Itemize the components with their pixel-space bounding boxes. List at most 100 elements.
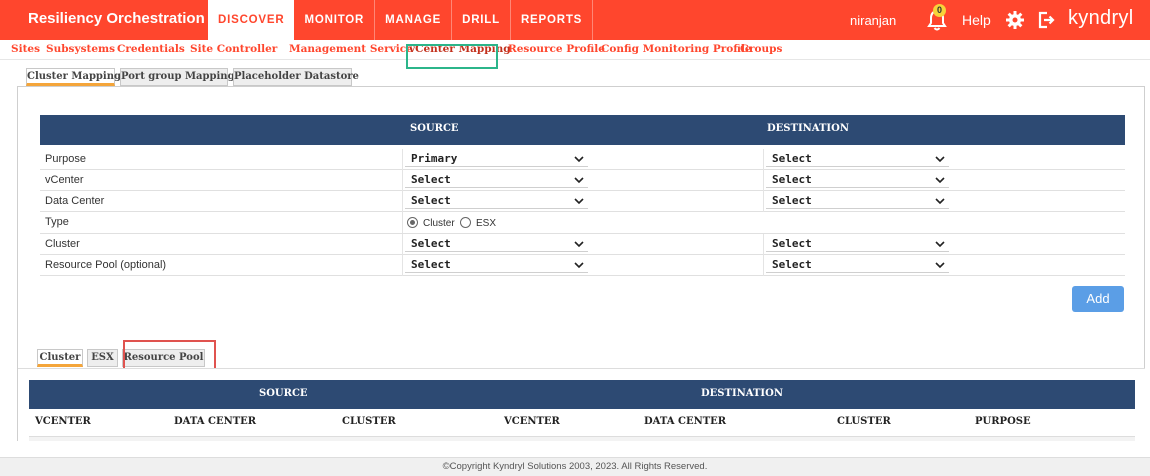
- footer-copyright: ©Copyright Kyndryl Solutions 2003, 2023.…: [0, 457, 1150, 476]
- row-cluster: Cluster Select Select: [40, 234, 1125, 255]
- col-purpose: PURPOSE: [975, 416, 1031, 427]
- select-value: Select: [411, 237, 451, 250]
- result-source-header: SOURCE: [259, 388, 308, 399]
- form-header: SOURCE DESTINATION: [40, 115, 1125, 145]
- select-value: Select: [411, 194, 451, 207]
- label-cluster: Cluster: [45, 238, 80, 250]
- nav-monitor[interactable]: MONITOR: [294, 0, 376, 40]
- nav-drill[interactable]: DRILL: [452, 0, 511, 40]
- chevron-down-icon: [935, 156, 945, 163]
- chevron-down-icon: [935, 241, 945, 248]
- chevron-down-icon: [935, 198, 945, 205]
- gear-icon[interactable]: [1005, 10, 1025, 30]
- select-value: Select: [772, 173, 812, 186]
- subnav-site-controller[interactable]: Site Controller: [190, 43, 277, 55]
- column-divider: [763, 170, 764, 191]
- source-purpose-select[interactable]: Primary: [405, 151, 588, 167]
- tab-cluster[interactable]: Cluster: [37, 349, 83, 367]
- col-source-data-center: DATA CENTER: [174, 416, 257, 427]
- row-type: Type Cluster ESX: [40, 212, 1125, 234]
- label-purpose: Purpose: [45, 153, 86, 165]
- subnav-management-service[interactable]: Management Service: [289, 43, 413, 55]
- subnav-groups[interactable]: Groups: [740, 43, 782, 55]
- source-resource-pool-select[interactable]: Select: [405, 257, 588, 273]
- select-value: Select: [411, 173, 451, 186]
- top-bar: Resiliency Orchestration DISCOVER MONITO…: [0, 0, 1150, 40]
- result-table-header: SOURCE DESTINATION: [29, 380, 1135, 409]
- add-button[interactable]: Add: [1072, 286, 1124, 312]
- column-divider: [402, 212, 403, 233]
- column-divider: [402, 255, 403, 276]
- column-divider: [763, 255, 764, 276]
- subnav-config-monitoring-profile[interactable]: Config Monitoring Profile: [601, 43, 752, 55]
- destination-cluster-select[interactable]: Select: [766, 236, 949, 252]
- nav-discover[interactable]: DISCOVER: [208, 0, 295, 40]
- subnav-credentials[interactable]: Credentials: [117, 43, 185, 55]
- select-value: Select: [411, 258, 451, 271]
- row-vcenter: vCenter Select Select: [40, 170, 1125, 191]
- source-vcenter-select[interactable]: Select: [405, 172, 588, 188]
- select-value: Select: [772, 194, 812, 207]
- chevron-down-icon: [574, 156, 584, 163]
- radio-cluster[interactable]: [407, 217, 418, 228]
- logout-icon[interactable]: [1036, 10, 1056, 30]
- destination-resource-pool-select[interactable]: Select: [766, 257, 949, 273]
- select-value: Select: [772, 258, 812, 271]
- column-divider: [402, 234, 403, 255]
- col-destination-data-center: DATA CENTER: [644, 416, 727, 427]
- chevron-down-icon: [935, 262, 945, 269]
- label-data-center: Data Center: [45, 195, 105, 207]
- col-destination-cluster: CLUSTER: [837, 416, 891, 427]
- tab-port-group-mapping[interactable]: Port group Mapping: [120, 68, 235, 86]
- source-data-center-select[interactable]: Select: [405, 193, 588, 209]
- tab-placeholder-datastore[interactable]: Placeholder Datastore: [233, 68, 359, 86]
- tab-cluster-mapping[interactable]: Cluster Mapping: [26, 68, 121, 86]
- kyndryl-logo: kyndryl: [1068, 7, 1134, 29]
- destination-purpose-select[interactable]: Select: [766, 151, 949, 167]
- chevron-down-icon: [574, 177, 584, 184]
- label-vcenter: vCenter: [45, 174, 84, 186]
- radio-cluster-label: Cluster: [423, 218, 455, 229]
- nav-reports[interactable]: REPORTS: [511, 0, 594, 40]
- label-resource-pool: Resource Pool (optional): [45, 259, 167, 271]
- column-divider: [402, 191, 403, 212]
- sub-nav: Sites Subsystems Credentials Site Contro…: [0, 40, 1150, 60]
- row-resource-pool: Resource Pool (optional) Select Select: [40, 255, 1125, 276]
- column-divider: [763, 234, 764, 255]
- destination-data-center-select[interactable]: Select: [766, 193, 949, 209]
- tab-esx[interactable]: ESX: [87, 349, 118, 367]
- chevron-down-icon: [574, 198, 584, 205]
- row-data-center: Data Center Select Select: [40, 191, 1125, 212]
- column-divider: [763, 191, 764, 212]
- select-value: Primary: [411, 152, 458, 165]
- subnav-resource-profile[interactable]: Resource Profile: [508, 43, 605, 55]
- chevron-down-icon: [574, 262, 584, 269]
- chevron-down-icon: [935, 177, 945, 184]
- app-brand[interactable]: Resiliency Orchestration: [28, 10, 205, 27]
- form-destination-header: DESTINATION: [767, 123, 849, 134]
- nav-manage[interactable]: MANAGE: [375, 0, 453, 40]
- radio-esx-label: ESX: [476, 218, 497, 229]
- highlight-vcenter-mapping: [406, 44, 498, 69]
- source-cluster-select[interactable]: Select: [405, 236, 588, 252]
- notification-badge: 0: [933, 4, 946, 17]
- main-nav: DISCOVER MONITOR MANAGE DRILL REPORTS: [208, 0, 594, 40]
- result-empty-row: [29, 437, 1135, 441]
- column-divider: [402, 149, 403, 170]
- form-source-header: SOURCE: [410, 123, 459, 134]
- destination-vcenter-select[interactable]: Select: [766, 172, 949, 188]
- radio-esx[interactable]: [460, 217, 471, 228]
- help-link[interactable]: Help: [962, 12, 991, 28]
- subnav-sites[interactable]: Sites: [11, 43, 40, 55]
- col-source-cluster: CLUSTER: [342, 416, 396, 427]
- col-source-vcenter: VCENTER: [35, 416, 91, 427]
- select-value: Select: [772, 152, 812, 165]
- chevron-down-icon: [574, 241, 584, 248]
- select-value: Select: [772, 237, 812, 250]
- col-destination-vcenter: VCENTER: [504, 416, 560, 427]
- subnav-subsystems[interactable]: Subsystems: [46, 43, 115, 55]
- column-divider: [402, 170, 403, 191]
- row-purpose: Purpose Primary Select: [40, 149, 1125, 170]
- label-type: Type: [45, 216, 69, 228]
- user-name[interactable]: niranjan: [850, 13, 896, 28]
